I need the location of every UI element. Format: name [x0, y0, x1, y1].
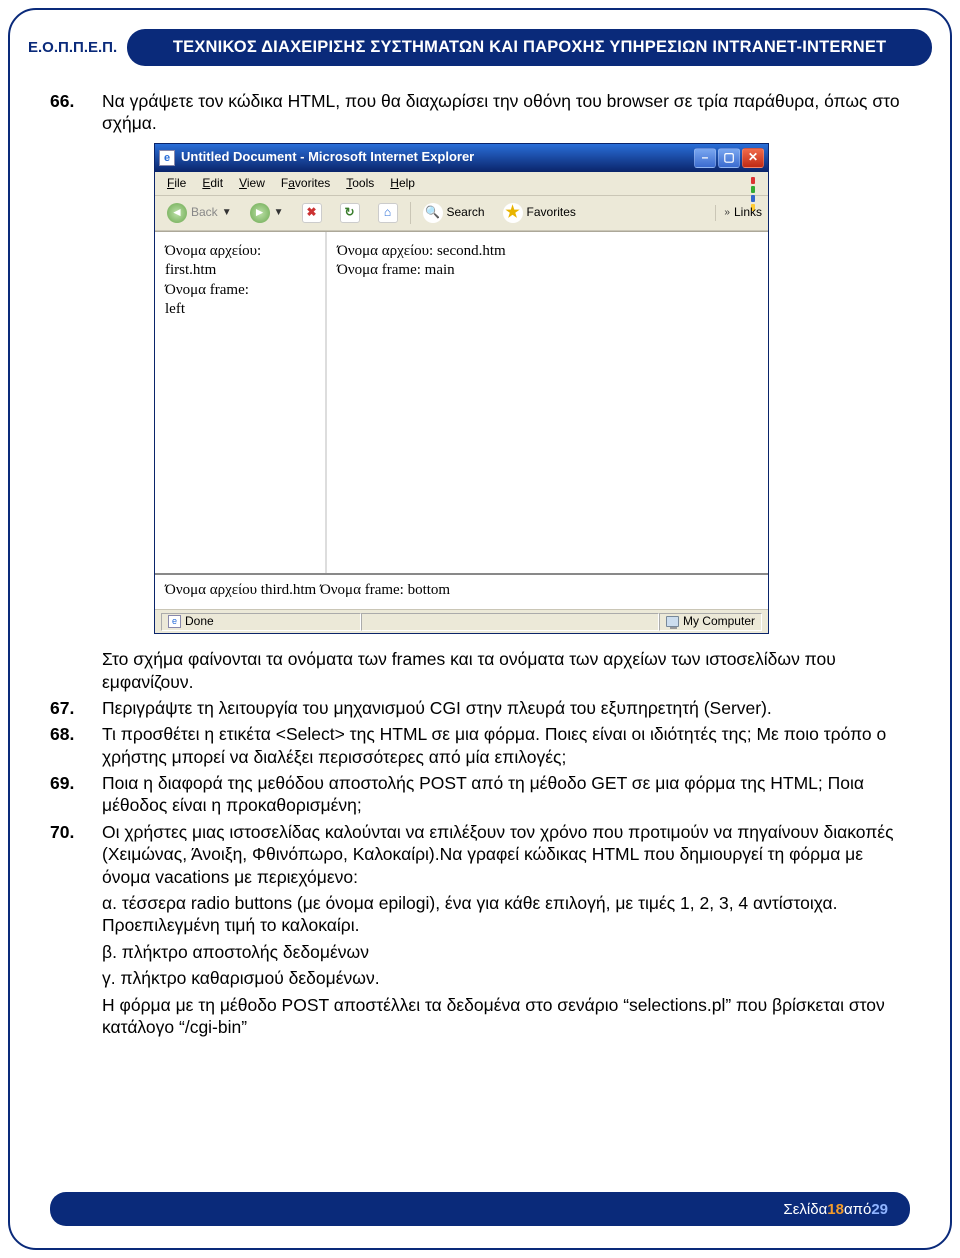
question-text: Τι προσθέτει η ετικέτα <Select> της HTML…	[102, 724, 886, 766]
menu-view[interactable]: View	[231, 174, 273, 193]
page-frame: Ε.Ο.Π.Π.Ε.Π. ΤΕΧΝΙΚΟΣ ΔΙΑΧΕΙΡΙΣΗΣ ΣΥΣΤΗΜ…	[8, 8, 952, 1250]
frame-bottom: Όνομα αρχείου third.htm Όνομα frame: bot…	[155, 573, 768, 609]
page-label: Σελίδα	[783, 1201, 827, 1218]
computer-icon	[666, 616, 679, 627]
frame-main-line: Όνομα frame: main	[337, 261, 758, 280]
status-empty	[361, 613, 659, 631]
stop-button[interactable]: ✖	[296, 200, 328, 226]
status-done-label: Done	[185, 614, 214, 629]
back-icon: ◄	[167, 203, 187, 223]
content: Να γράψετε τον κώδικα HTML, που θα διαχω…	[50, 90, 910, 1042]
ie-app-icon: e	[159, 150, 175, 166]
question-66-note: Στο σχήμα φαίνονται τα ονόματα των frame…	[50, 648, 910, 693]
ie-toolbar: ◄Back ▼ ►▼ ✖ ↻ ⌂ 🔍Search ★Favorites » Li…	[155, 196, 768, 231]
frame-left-line: first.htm	[165, 261, 315, 280]
chevron-right-icon[interactable]: »	[724, 207, 730, 220]
frame-left-line: left	[165, 300, 315, 319]
status-zone: My Computer	[659, 613, 762, 631]
question-text: Να γράψετε τον κώδικα HTML, που θα διαχω…	[102, 91, 900, 133]
search-icon: 🔍	[423, 203, 443, 223]
search-button[interactable]: 🔍 Search	[417, 200, 491, 226]
question-70: Οι χρήστες μιας ιστοσελίδας καλούνται να…	[50, 821, 910, 1039]
refresh-icon: ↻	[340, 203, 360, 223]
question-70-a: α. τέσσερα radio buttons (με όνομα epilo…	[102, 892, 910, 937]
windows-logo-icon	[742, 174, 764, 192]
question-70-end: Η φόρμα με τη μέθοδο POST αποστέλλει τα …	[102, 994, 910, 1039]
question-list: Να γράψετε τον κώδικα HTML, που θα διαχω…	[50, 90, 910, 634]
question-68: Τι προσθέτει η ετικέτα <Select> της HTML…	[50, 723, 910, 768]
status-zone-label: My Computer	[683, 614, 755, 629]
question-66: Να γράψετε τον κώδικα HTML, που θα διαχω…	[50, 90, 910, 634]
document-title: ΤΕΧΝΙΚΟΣ ΔΙΑΧΕΙΡΙΣΗΣ ΣΥΣΤΗΜΑΤΩΝ ΚΑΙ ΠΑΡΟ…	[127, 29, 932, 66]
frames-top-row: Όνομα αρχείου: first.htm Όνομα frame: le…	[155, 232, 768, 573]
refresh-button[interactable]: ↻	[334, 200, 366, 226]
back-button[interactable]: ◄ Back ▼	[161, 200, 238, 226]
footer: Σελίδα 18 από 29	[50, 1192, 910, 1226]
maximize-button[interactable]: ▢	[718, 148, 740, 168]
favorites-label: Favorites	[527, 205, 576, 220]
links-label[interactable]: Links	[734, 205, 762, 220]
question-text: Περιγράψτε τη λειτουργία του μηχανισμού …	[102, 698, 772, 718]
home-button[interactable]: ⌂	[372, 200, 404, 226]
question-70-c: γ. πλήκτρο καθαρισμού δεδομένων.	[102, 967, 910, 989]
links-area: » Links	[715, 205, 762, 220]
org-label: Ε.Ο.Π.Π.Ε.Π.	[28, 39, 117, 56]
status-done: e Done	[161, 613, 361, 631]
question-69: Ποια η διαφορά της μεθόδου αποστολής POS…	[50, 772, 910, 817]
menu-favorites[interactable]: Favorites	[273, 174, 338, 193]
ie-window: e Untitled Document - Microsoft Internet…	[154, 143, 769, 634]
forward-icon: ►	[250, 203, 270, 223]
page-mid: από	[844, 1201, 871, 1218]
header: Ε.Ο.Π.Π.Ε.Π. ΤΕΧΝΙΚΟΣ ΔΙΑΧΕΙΡΙΣΗΣ ΣΥΣΤΗΜ…	[28, 24, 932, 70]
ie-icon: e	[168, 615, 181, 628]
menu-help[interactable]: Help	[382, 174, 423, 193]
page-current: 18	[827, 1201, 844, 1218]
ie-titlebar: e Untitled Document - Microsoft Internet…	[155, 144, 768, 172]
chevron-down-icon: ▼	[274, 207, 284, 220]
minimize-button[interactable]: –	[694, 148, 716, 168]
question-text: Οι χρήστες μιας ιστοσελίδας καλούνται να…	[102, 822, 894, 887]
chevron-down-icon: ▼	[222, 207, 232, 220]
forward-button[interactable]: ►▼	[244, 200, 290, 226]
star-icon: ★	[503, 203, 523, 223]
ie-statusbar: e Done My Computer	[155, 609, 768, 633]
frame-left-line: Όνομα frame:	[165, 281, 315, 300]
question-67: Περιγράψτε τη λειτουργία του μηχανισμού …	[50, 697, 910, 719]
separator	[410, 202, 411, 224]
ie-window-title: Untitled Document - Microsoft Internet E…	[181, 149, 694, 166]
frame-left-line: Όνομα αρχείου:	[165, 242, 315, 261]
stop-icon: ✖	[302, 203, 322, 223]
back-label: Back	[191, 205, 218, 220]
menu-file[interactable]: File	[159, 174, 194, 193]
frame-main: Όνομα αρχείου: second.htm Όνομα frame: m…	[327, 232, 768, 573]
menu-tools[interactable]: Tools	[338, 174, 382, 193]
question-text: Ποια η διαφορά της μεθόδου αποστολής POS…	[102, 773, 864, 815]
frame-main-line: Όνομα αρχείου: second.htm	[337, 242, 758, 261]
close-button[interactable]: ✕	[742, 148, 764, 168]
ie-body: Όνομα αρχείου: first.htm Όνομα frame: le…	[155, 231, 768, 609]
page-total: 29	[871, 1201, 888, 1218]
search-label: Search	[447, 205, 485, 220]
favorites-button[interactable]: ★ Favorites	[497, 200, 582, 226]
question-list-2: Περιγράψτε τη λειτουργία του μηχανισμού …	[50, 697, 910, 1038]
ie-menubar: File Edit View Favorites Tools Help	[155, 172, 768, 196]
menu-edit[interactable]: Edit	[194, 174, 231, 193]
home-icon: ⌂	[378, 203, 398, 223]
frame-left: Όνομα αρχείου: first.htm Όνομα frame: le…	[155, 232, 327, 573]
frame-bottom-line: Όνομα αρχείου third.htm Όνομα frame: bot…	[165, 582, 450, 598]
question-70-b: β. πλήκτρο αποστολής δεδομένων	[102, 941, 910, 963]
